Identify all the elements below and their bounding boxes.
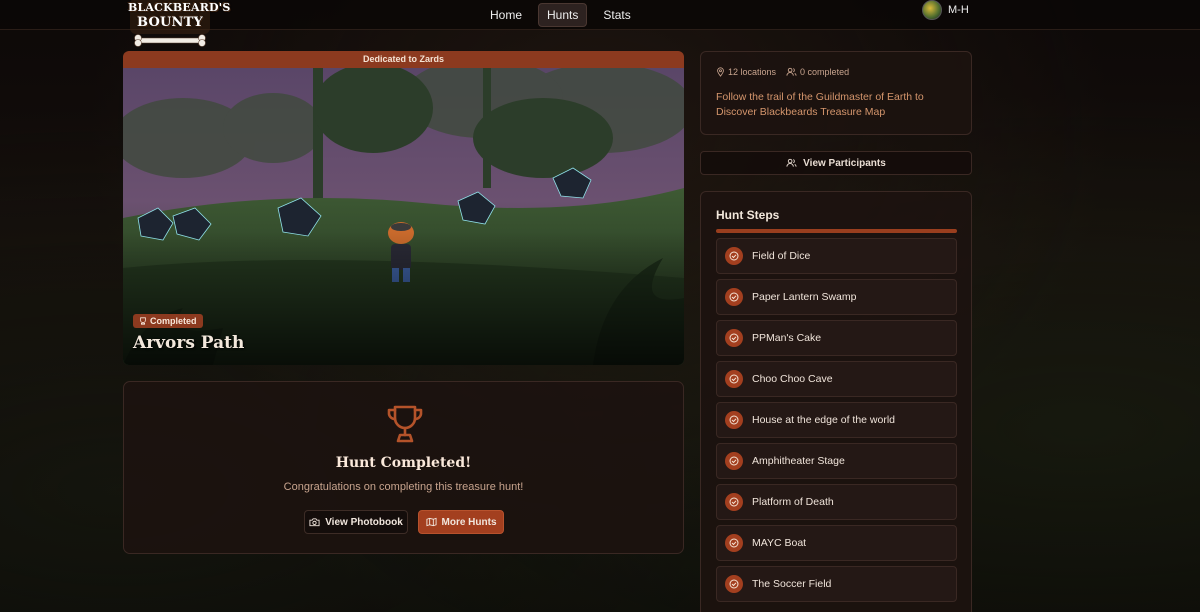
step-label: House at the edge of the world xyxy=(752,414,896,426)
check-circle-icon xyxy=(725,288,743,306)
more-hunts-button[interactable]: More Hunts xyxy=(418,510,504,534)
hunt-steps-title: Hunt Steps xyxy=(716,208,780,222)
list-item[interactable]: Amphitheater Stage xyxy=(716,443,957,479)
list-item[interactable]: Choo Choo Cave xyxy=(716,361,957,397)
step-label: MAYC Boat xyxy=(752,537,807,549)
users-icon xyxy=(786,67,797,76)
check-circle-icon xyxy=(725,411,743,429)
check-circle-icon xyxy=(725,247,743,265)
dedication-ribbon: Dedicated to Zards xyxy=(123,51,684,68)
status-badge-label: Completed xyxy=(150,316,197,326)
trophy-icon xyxy=(140,317,146,325)
hunt-title: Arvors Path xyxy=(133,333,245,353)
map-pin-icon xyxy=(717,67,724,77)
steps-list: Field of Dice Paper Lantern Swamp PPMan'… xyxy=(716,238,957,607)
view-photobook-label: View Photobook xyxy=(325,516,403,528)
check-circle-icon xyxy=(725,452,743,470)
check-circle-icon xyxy=(725,493,743,511)
check-circle-icon xyxy=(725,534,743,552)
hunt-scene-image xyxy=(123,68,684,365)
users-icon xyxy=(786,158,797,167)
list-item[interactable]: Platform of Death xyxy=(716,484,957,520)
view-photobook-button[interactable]: View Photobook xyxy=(304,510,408,534)
nav-hunts[interactable]: Hunts xyxy=(538,3,588,27)
user-name: M-H xyxy=(948,4,969,16)
hunt-description: Follow the trail of the Guildmaster of E… xyxy=(716,91,924,118)
list-item[interactable]: Paper Lantern Swamp xyxy=(716,279,957,315)
hunt-completed-panel: Hunt Completed! Congratulations on compl… xyxy=(123,381,684,554)
list-item[interactable]: House at the edge of the world xyxy=(716,402,957,438)
locations-count: 12 locations xyxy=(716,67,776,77)
logo-title-top: BLACKBEARD'S xyxy=(128,1,231,14)
locations-label: 12 locations xyxy=(728,67,777,77)
main-nav: Home Hunts Stats xyxy=(482,0,639,30)
view-participants-button[interactable]: View Participants xyxy=(700,151,972,175)
nav-home[interactable]: Home xyxy=(482,4,530,26)
check-circle-icon xyxy=(725,329,743,347)
step-label: Paper Lantern Swamp xyxy=(752,291,857,303)
top-navigation-bar: BLACKBEARD'S BOUNTY Home Hunts Stats M-H xyxy=(0,0,1200,47)
hunt-info-card: 12 locations 0 completed Follow the trai… xyxy=(700,51,972,135)
step-label: The Soccer Field xyxy=(752,578,832,590)
map-icon xyxy=(425,517,437,527)
list-item[interactable]: Field of Dice xyxy=(716,238,957,274)
status-badge: Completed xyxy=(133,314,203,328)
app-logo[interactable]: BLACKBEARD'S BOUNTY xyxy=(128,0,231,52)
steps-progress-bar xyxy=(716,229,957,233)
list-item[interactable]: The Soccer Field xyxy=(716,566,957,602)
step-label: PPMan's Cake xyxy=(752,332,822,344)
list-item[interactable]: MAYC Boat xyxy=(716,525,957,561)
nav-stats[interactable]: Stats xyxy=(595,4,638,26)
step-label: Amphitheater Stage xyxy=(752,455,845,467)
hunt-steps-panel: Hunt Steps Field of Dice Paper Lantern S… xyxy=(700,191,972,612)
view-participants-label: View Participants xyxy=(803,157,886,169)
list-item[interactable]: PPMan's Cake xyxy=(716,320,957,356)
hunt-hero-card: Dedicated to Zards Completed Arvors Path xyxy=(123,51,684,365)
avatar[interactable] xyxy=(922,0,942,20)
check-circle-icon xyxy=(725,370,743,388)
more-hunts-label: More Hunts xyxy=(441,516,497,528)
user-menu[interactable]: M-H xyxy=(922,0,969,20)
step-label: Platform of Death xyxy=(752,496,834,508)
hunt-meta: 12 locations 0 completed xyxy=(716,67,849,77)
completed-label: 0 completed xyxy=(800,67,850,77)
completion-title: Hunt Completed! xyxy=(335,455,472,471)
step-label: Choo Choo Cave xyxy=(752,373,833,385)
check-circle-icon xyxy=(725,575,743,593)
camera-icon xyxy=(309,518,320,527)
trophy-icon xyxy=(387,405,423,443)
logo-title-bottom: BOUNTY xyxy=(137,15,203,30)
step-label: Field of Dice xyxy=(752,250,811,262)
completed-count: 0 completed xyxy=(786,67,849,77)
completion-subtitle: Congratulations on completing this treas… xyxy=(283,481,524,493)
